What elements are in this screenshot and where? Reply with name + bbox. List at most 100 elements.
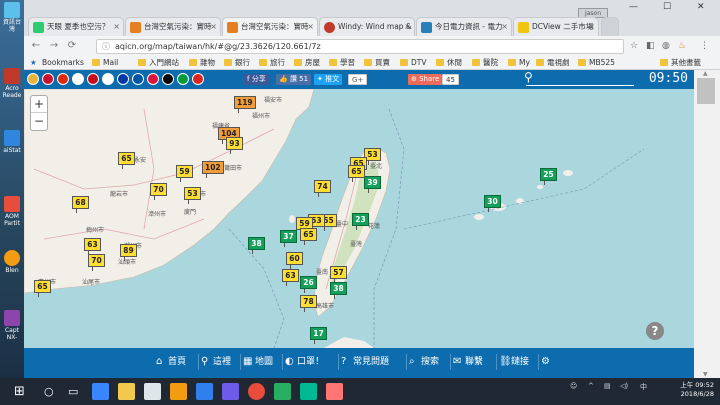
aqi-station[interactable]: 57 <box>330 266 347 283</box>
page-scrollbar[interactable]: ▲ ▼ <box>694 70 720 378</box>
desktop-icon-acrobat[interactable]: Acro Reade <box>2 68 22 99</box>
tab-close-icon[interactable]: × <box>307 18 314 36</box>
facebook-share-button[interactable]: f 分享 <box>244 74 269 85</box>
nav-links[interactable]: ⛓ 鏈接 <box>496 354 529 370</box>
tray-network-icon[interactable]: ▤ <box>604 382 611 390</box>
tab-close-icon[interactable]: × <box>210 18 217 36</box>
extension-icon[interactable]: ◧ <box>646 39 655 53</box>
aqi-station[interactable]: 65 <box>118 152 135 169</box>
tab-close-icon[interactable]: × <box>501 18 508 36</box>
aqi-station[interactable]: 65 <box>34 280 51 297</box>
bookmark-mb525[interactable]: MB525 <box>578 57 615 69</box>
tab-close-icon[interactable]: × <box>404 18 411 36</box>
aqi-station[interactable]: 17 <box>310 327 327 344</box>
nav-contact[interactable]: ✉ 聯繫 <box>450 354 483 370</box>
scroll-up-icon[interactable]: ▲ <box>703 70 708 77</box>
facebook-like-button[interactable]: 👍 讚 51 <box>276 74 312 85</box>
desktop-icon-network[interactable]: 資訊台灣 <box>2 2 22 33</box>
tab-close-icon[interactable]: × <box>588 18 595 36</box>
address-bar[interactable]: ⓘ aqicn.org/map/taiwan/hk/#@g/23.3626/120… <box>96 39 624 54</box>
bookmark-bank[interactable]: 銀行 <box>224 57 250 69</box>
search-icon[interactable]: ○ <box>44 383 61 400</box>
flag-uk-icon[interactable] <box>42 73 54 85</box>
windows-start-icon[interactable]: ⊞ <box>14 383 31 400</box>
aqi-station[interactable]: 60 <box>286 252 303 269</box>
aqi-station[interactable]: 38 <box>248 237 265 254</box>
aqi-station[interactable]: 78 <box>300 295 317 312</box>
app-icon[interactable] <box>274 383 291 400</box>
new-tab-button[interactable] <box>601 17 619 36</box>
bookmark-learn[interactable]: 學習 <box>329 57 355 69</box>
tab-close-icon[interactable]: × <box>113 18 120 36</box>
minimize-icon[interactable]: — <box>629 2 638 12</box>
incognito-icon[interactable]: ◍ <box>662 39 670 53</box>
site-search[interactable]: ⚲ <box>524 70 634 86</box>
tray-people-icon[interactable]: ☺ <box>570 382 577 390</box>
aqi-station[interactable]: 68 <box>72 196 89 213</box>
close-window-icon[interactable]: ✕ <box>697 2 705 12</box>
desktop-icon-blender[interactable]: Blen <box>2 250 22 274</box>
aqi-station[interactable]: 23 <box>352 213 369 230</box>
bookmark-trade[interactable]: 買賣 <box>364 57 390 69</box>
bookmark-other[interactable]: 其他書籤 <box>660 57 701 69</box>
flag-china-icon[interactable] <box>57 73 69 85</box>
flag-japan-icon[interactable] <box>72 73 84 85</box>
tweet-button[interactable]: ✦ 推文 <box>314 74 343 85</box>
reload-icon[interactable]: ⟳ <box>64 38 80 54</box>
flag-myanmar-icon[interactable] <box>27 73 39 85</box>
bookmark-misc[interactable]: 雜物 <box>189 57 215 69</box>
flag-brazil-icon[interactable] <box>177 73 189 85</box>
bookmark-travel[interactable]: 旅行 <box>259 57 285 69</box>
bookmark-hospital[interactable]: 醫院 <box>472 57 498 69</box>
tab-6[interactable]: DCView 二手市場 × <box>513 17 599 36</box>
bookmark-drama[interactable]: 電視劇 <box>536 57 570 69</box>
help-button[interactable]: ? <box>646 322 664 340</box>
nav-mask[interactable]: ◐ 口罩！ <box>282 354 324 370</box>
aqi-station[interactable]: 30 <box>484 195 501 212</box>
google-plus-button[interactable]: G+ <box>348 74 368 85</box>
file-explorer-icon[interactable] <box>118 383 135 400</box>
back-icon[interactable]: ← <box>28 38 44 54</box>
bookmark-dtv[interactable]: DTV <box>400 57 427 69</box>
app-icon[interactable] <box>196 383 213 400</box>
aqi-station[interactable]: 63 <box>282 269 299 286</box>
desktop-icon-aomei[interactable]: AOM Partit <box>2 196 22 227</box>
bookmark-my[interactable]: My <box>508 57 530 69</box>
flag-germany-icon[interactable] <box>162 73 174 85</box>
scroll-thumb[interactable] <box>697 78 715 104</box>
aqi-station[interactable]: 65 <box>300 228 317 245</box>
tab-3[interactable]: 台灣空氣污染：實時 × <box>222 17 318 36</box>
zoom-in-button[interactable]: + <box>31 96 47 113</box>
scroll-down-icon[interactable]: ▼ <box>703 371 708 378</box>
zoom-out-button[interactable]: − <box>31 113 47 130</box>
bookmark-leisure[interactable]: 休閒 <box>436 57 462 69</box>
bookmark-mail[interactable]: Mail <box>92 57 118 69</box>
taskbar-clock[interactable]: 上午 09:52 2018/6/28 <box>680 381 714 399</box>
aqi-station[interactable]: 70 <box>88 254 105 271</box>
app-icon[interactable] <box>326 383 343 400</box>
aqi-station[interactable]: 65 <box>348 165 365 182</box>
maximize-icon[interactable]: ☐ <box>663 2 671 12</box>
nav-home[interactable]: ⌂ 首頁 <box>154 354 186 370</box>
app-icon[interactable] <box>170 383 187 400</box>
nav-search[interactable]: ⌕ 搜索 <box>406 354 439 370</box>
edge-icon[interactable] <box>92 383 109 400</box>
aqi-station[interactable]: 53 <box>184 187 201 204</box>
aqi-station[interactable]: 25 <box>540 168 557 185</box>
aqi-station[interactable]: 63 <box>84 238 101 255</box>
nav-here[interactable]: ⚲ 這裡 <box>198 354 231 370</box>
app-icon[interactable] <box>300 383 317 400</box>
task-view-icon[interactable]: ▭ <box>68 383 85 400</box>
store-icon[interactable] <box>144 383 161 400</box>
tab-4[interactable]: Windy: Wind map & × <box>319 17 415 36</box>
desktop-icon-capture-nx[interactable]: Capt NX- <box>2 310 22 341</box>
fire-extension-icon[interactable]: ♨ <box>678 39 686 53</box>
desktop-icon-aistat[interactable]: aiStat <box>2 130 22 154</box>
chrome-icon[interactable] <box>248 383 265 400</box>
aqi-station[interactable]: 39 <box>364 176 381 193</box>
nav-faq[interactable]: ? 常見問題 <box>338 354 389 370</box>
tab-2[interactable]: 台灣空氣污染：實時 × <box>125 17 221 36</box>
share-button[interactable]: ⊕ Share <box>408 74 443 85</box>
aqi-map[interactable]: + − 福建省 福州市 莆田市 泉州市 廈門 漳州市 龍岩市 梅州市 汕頭市 潮… <box>24 89 694 348</box>
bookmark-house[interactable]: 房屋 <box>294 57 320 69</box>
